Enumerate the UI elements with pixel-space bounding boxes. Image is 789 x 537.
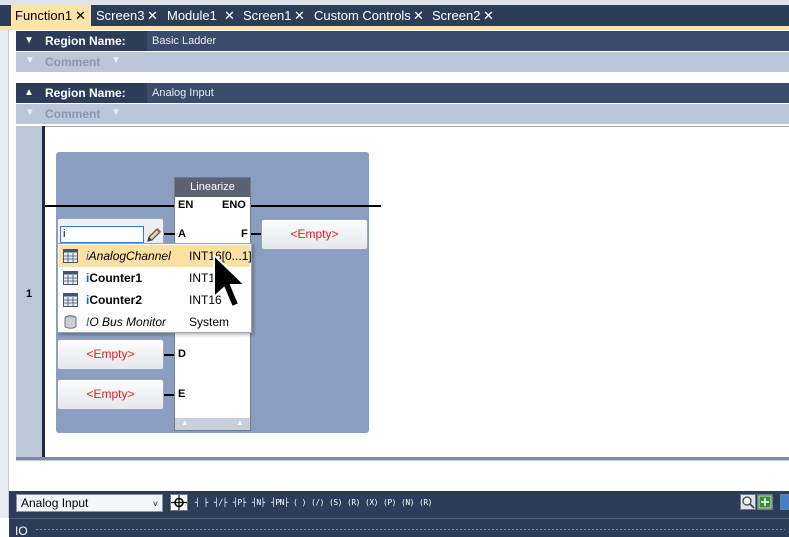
instruction-coil[interactable]: ( ) (293, 494, 306, 511)
function-block-resize-bar[interactable]: ▲ ▲ (175, 418, 250, 430)
close-icon[interactable]: ✕ (413, 5, 424, 26)
pencil-icon[interactable] (145, 226, 163, 244)
tag-table-icon (63, 271, 78, 285)
output-f-operand[interactable]: <Empty> (261, 219, 368, 250)
crosshair-icon (171, 495, 187, 510)
instruction-coil-set[interactable]: (S) (329, 494, 342, 511)
panel-drag-grip[interactable] (35, 528, 785, 531)
tab-screen3[interactable]: Screen3 ✕ (92, 5, 162, 26)
close-icon[interactable]: ✕ (75, 5, 86, 26)
region-select-value: Analog Input (21, 496, 89, 510)
fit-to-screen-icon (758, 495, 772, 509)
tab-label: Custom Controls (314, 8, 411, 23)
panel-edge-button[interactable] (780, 494, 789, 510)
magnifier-icon (742, 496, 755, 509)
app-window: Function1 ✕ Screen3 ✕ Module1 ✕ Screen1 … (0, 0, 789, 537)
collapse-toggle-icon[interactable]: ▼ (24, 35, 34, 46)
locate-button[interactable] (170, 494, 188, 511)
comment-label: Comment (45, 55, 101, 69)
tab-function1[interactable]: Function1 ✕ (11, 5, 91, 26)
input-e-operand[interactable]: <Empty> (57, 379, 164, 410)
comment-expand-icon[interactable]: ▼ (25, 55, 35, 66)
region-name-field[interactable]: Analog Input (147, 83, 789, 103)
mouse-pointer-icon (213, 253, 248, 309)
tab-module1[interactable]: Module1 ✕ (163, 5, 239, 26)
active-tab-underline (0, 26, 789, 30)
database-icon (64, 315, 77, 329)
instruction-contact-no[interactable]: ┤ ├ (195, 494, 208, 511)
tab-screen2[interactable]: Screen2 ✕ (428, 5, 498, 26)
instruction-coil-p[interactable]: (P) (383, 494, 396, 511)
region-comment-row[interactable]: ▼ Comment ▼ (16, 104, 789, 124)
tab-label: Module1 (167, 8, 217, 23)
region-name-label: Region Name: (45, 34, 126, 48)
io-panel-title: IO (15, 524, 28, 537)
tag-table-icon (63, 249, 78, 263)
pin-e: E (178, 388, 186, 400)
pin-d: D (178, 348, 186, 360)
instruction-coil-r2[interactable]: (R) (419, 494, 432, 511)
region-name-label: Region Name: (45, 86, 126, 100)
item-type: System (189, 315, 230, 329)
comment-expand-icon[interactable]: ▼ (25, 107, 35, 118)
chevron-down-icon[interactable]: ▼ (111, 55, 121, 66)
tab-label: Screen2 (432, 8, 481, 23)
tab-label: Function1 (15, 8, 73, 23)
tab-screen1[interactable]: Screen1 ✕ (239, 5, 309, 26)
region-name-field[interactable]: Basic Ladder (147, 31, 789, 51)
tab-custom-controls[interactable]: Custom Controls ✕ (310, 5, 428, 26)
tag-table-icon (63, 293, 78, 307)
region-comment-row[interactable]: ▼ Comment ▼ (16, 52, 789, 72)
expand-up-icon[interactable]: ▲ (236, 418, 244, 427)
list-item[interactable]: IO Bus Monitor System (59, 311, 250, 333)
pin-a: A (178, 228, 186, 240)
item-name: O Bus Monitor (89, 315, 167, 329)
instruction-coil-reset[interactable]: (R) (347, 494, 360, 511)
instruction-contact-p[interactable]: ┤P├ (233, 494, 246, 511)
next-rung-placeholder[interactable] (16, 460, 789, 491)
tab-label: Screen3 (96, 8, 145, 23)
input-d-operand[interactable]: <Empty> (57, 339, 164, 370)
instruction-coil-toggle[interactable]: (X) (365, 494, 378, 511)
output-f-wire (250, 233, 261, 235)
chevron-down-icon[interactable]: ˅ (153, 496, 158, 512)
comment-label: Comment (45, 107, 101, 121)
document-tab-bar: Function1 ✕ Screen3 ✕ Module1 ✕ Screen1 … (0, 0, 789, 30)
operand-search-input[interactable]: i (60, 226, 144, 243)
left-power-rail (42, 126, 45, 491)
rung-number-strip (16, 126, 44, 491)
left-gutter (0, 30, 9, 518)
instruction-coil-n[interactable]: (N) (401, 494, 414, 511)
chevron-down-icon[interactable]: ▼ (111, 107, 121, 118)
instruction-contact-n[interactable]: ┤N├ (252, 494, 265, 511)
function-block-title: Linearize (175, 178, 250, 197)
rung-number: 1 (26, 288, 33, 300)
zoom-button[interactable] (740, 494, 756, 510)
close-icon[interactable]: ✕ (224, 5, 235, 26)
region-header-basic-ladder[interactable]: ▼ Region Name: Basic Ladder (16, 31, 789, 51)
instruction-contact-pn[interactable]: ┤PN├ (271, 494, 289, 511)
region-select[interactable]: Analog Input ˅ (16, 494, 163, 512)
pin-eno: ENO (222, 199, 246, 211)
item-name: AnalogChannel (88, 249, 171, 263)
item-name: Counter1 (89, 271, 143, 285)
close-icon[interactable]: ✕ (294, 5, 305, 26)
pin-en: EN (178, 199, 194, 211)
pin-f: F (241, 228, 248, 240)
region-header-analog-input[interactable]: ▲ Region Name: Analog Input (16, 83, 789, 103)
close-icon[interactable]: ✕ (483, 5, 494, 26)
instruction-contact-nc[interactable]: ┤/├ (214, 494, 227, 511)
tab-label: Screen1 (243, 8, 292, 23)
input-a-wire (164, 233, 175, 235)
collapse-toggle-icon[interactable]: ▲ (24, 87, 34, 98)
instruction-coil-negated[interactable]: (/) (311, 494, 324, 511)
expand-up-icon[interactable]: ▲ (181, 418, 189, 427)
fit-view-button[interactable] (757, 494, 773, 510)
item-name: Counter2 (89, 293, 143, 307)
close-icon[interactable]: ✕ (147, 5, 158, 26)
